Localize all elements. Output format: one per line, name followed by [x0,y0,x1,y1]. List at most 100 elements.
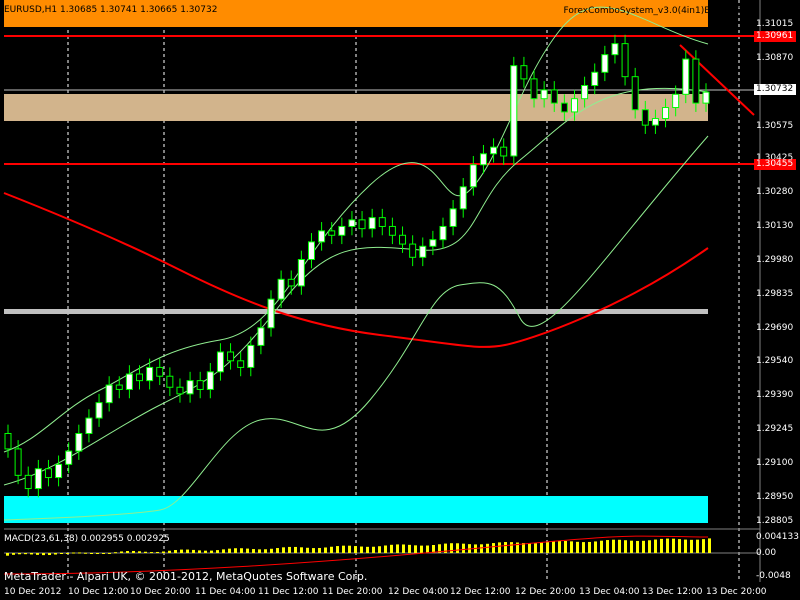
candle-body[interactable] [227,351,235,362]
candle-body[interactable] [662,107,670,120]
candle-body[interactable] [530,78,538,100]
macd-bar [588,541,591,553]
candle-body[interactable] [267,298,275,329]
candle-body[interactable] [136,373,144,382]
macd-bar [252,549,255,553]
candle-body[interactable] [156,366,164,377]
candle-body[interactable] [348,219,356,227]
candle-body[interactable] [257,327,265,346]
macd-bar [30,553,33,555]
candle-body[interactable] [429,239,437,247]
candle-body[interactable] [115,384,123,390]
candle-body[interactable] [540,89,548,100]
macd-bar [78,552,81,554]
candle-body[interactable] [176,386,184,395]
candle-body[interactable] [449,208,457,227]
macd-bar [480,544,483,553]
candle-body[interactable] [651,118,659,126]
candle-body[interactable] [611,43,619,56]
candle-body[interactable] [247,344,255,368]
candle-body[interactable] [419,245,427,258]
candle-body[interactable] [44,468,52,479]
macd-bar [312,548,315,553]
candle-body[interactable] [166,375,174,388]
candle-body[interactable] [682,58,690,95]
candle-body[interactable] [570,98,578,113]
candle-body[interactable] [146,366,154,382]
price-tick: 1.30130 [756,221,794,231]
macd-bar [648,540,651,553]
candle-body[interactable] [409,243,417,258]
time-label: 10 Dec 20:00 [130,587,191,597]
candle-body[interactable] [186,380,194,395]
price-chart[interactable] [0,0,800,600]
candle-body[interactable] [75,432,83,452]
macd-bar [666,538,669,553]
candle-body[interactable] [500,146,508,157]
time-label: 11 Dec 20:00 [322,587,383,597]
candle-body[interactable] [338,225,346,236]
candle-body[interactable] [631,76,639,111]
macd-bar [264,549,267,553]
candle-body[interactable] [307,241,315,260]
candle-body[interactable] [469,164,477,188]
candle-body[interactable] [237,360,245,368]
macd-bar [426,545,429,553]
candle-body[interactable] [479,153,487,166]
candle-body[interactable] [550,89,558,104]
candle-body[interactable] [196,380,204,390]
candle-body[interactable] [125,373,133,390]
candle-body[interactable] [95,402,103,419]
candle-body[interactable] [297,258,305,287]
candle-body[interactable] [601,54,609,73]
candle-body[interactable] [581,84,589,100]
macd-bar [132,550,135,553]
demand-zone[interactable] [4,496,708,523]
candle-body[interactable] [692,58,700,104]
candle-body[interactable] [318,230,326,243]
candle-body[interactable] [621,43,629,78]
candle-body[interactable] [510,65,518,157]
macd-bar [354,546,357,553]
candle-body[interactable] [55,463,63,479]
candle-body[interactable] [591,71,599,86]
candle-body[interactable] [277,278,285,300]
candle-body[interactable] [439,225,447,241]
candle-body[interactable] [388,225,396,236]
candle-body[interactable] [459,186,467,210]
macd-bar [420,545,423,553]
time-label: 12 Dec 20:00 [515,587,576,597]
macd-bar [498,542,501,553]
macd-bar [456,543,459,553]
macd-bar [558,540,561,553]
candle-body[interactable] [216,351,224,373]
candle-body[interactable] [85,417,93,434]
candle-body[interactable] [368,217,376,230]
time-label: 13 Dec 20:00 [706,587,767,597]
candle-body[interactable] [378,217,386,227]
macd-bar [690,539,693,553]
candle-body[interactable] [399,234,407,245]
candle-body[interactable] [206,371,214,390]
candle-body[interactable] [287,278,295,287]
macd-bar [288,546,291,553]
candle-body[interactable] [4,432,12,450]
candle-body[interactable] [65,450,73,465]
candle-body[interactable] [14,448,22,476]
macd-bar [600,540,603,553]
candle-body[interactable] [672,93,680,109]
candle-body[interactable] [641,109,649,126]
candle-body[interactable] [328,230,336,236]
candle-body[interactable] [105,384,113,404]
candle-body[interactable] [34,468,42,490]
candle-body[interactable] [560,102,568,113]
price-tick: 1.30870 [756,53,794,63]
resistance-price-tag: 1.30961 [754,31,796,42]
candle-body[interactable] [24,474,32,490]
supply-zone[interactable] [4,94,708,121]
candle-body[interactable] [520,65,528,80]
candle-body[interactable] [490,146,498,155]
candle-body[interactable] [702,91,710,104]
candle-body[interactable] [358,219,366,230]
macd-bar [42,553,45,556]
